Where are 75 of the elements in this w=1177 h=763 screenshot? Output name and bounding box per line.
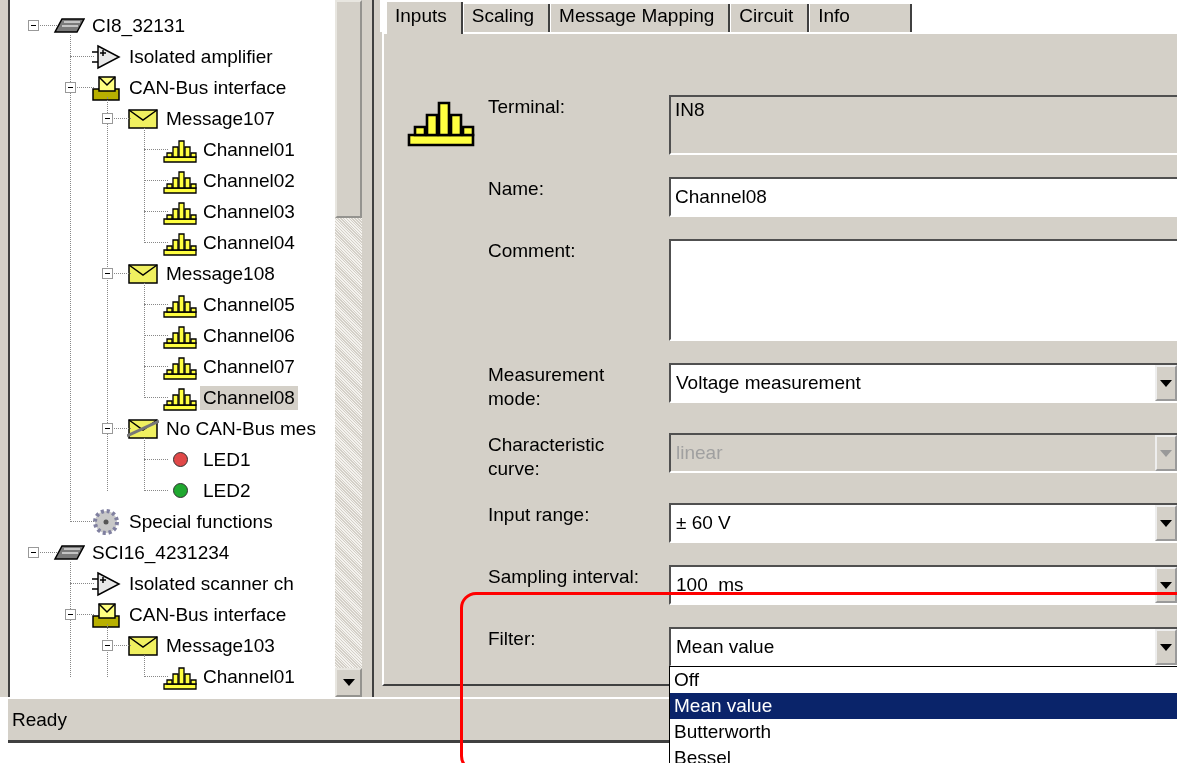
tree-item[interactable]: Message108 — [163, 261, 278, 286]
expand-toggle[interactable] — [27, 20, 39, 31]
expand-toggle[interactable] — [101, 268, 113, 279]
caret-icon — [1160, 519, 1172, 527]
envelope-icon — [127, 262, 159, 285]
dropdown-option[interactable]: Mean value — [670, 693, 1177, 719]
tree-item[interactable]: Channel02 — [200, 168, 298, 193]
tree-item[interactable]: Channel03 — [200, 199, 298, 224]
field-label: Input range: — [488, 503, 591, 527]
tree-item[interactable]: Channel04 — [200, 230, 298, 255]
field-label: Characteristic curve: — [488, 433, 606, 481]
tree-item[interactable]: SCI16_4231234 — [89, 540, 233, 565]
expand-toggle[interactable] — [101, 423, 113, 434]
scroll-down-button[interactable] — [335, 668, 362, 697]
tree-item[interactable]: CAN-Bus interface — [126, 602, 290, 627]
scroll-thumb[interactable] — [335, 0, 362, 218]
tree-item[interactable]: Channel07 — [200, 354, 298, 379]
dropdown-field[interactable]: Voltage measurement — [669, 363, 1177, 403]
tree-item[interactable]: Isolated amplifier — [126, 44, 276, 69]
tree-item[interactable]: LED2 — [200, 478, 254, 503]
dropdown-field[interactable]: 100 ms — [669, 565, 1177, 605]
module-icon — [53, 16, 85, 35]
amplifier-icon — [91, 43, 121, 70]
envelope-icon — [127, 634, 159, 657]
field-label: Measurement mode: — [488, 363, 606, 411]
tree-item[interactable]: Message103 — [163, 633, 278, 658]
inbox-icon — [91, 74, 121, 101]
tree-item[interactable]: Isolated scanner ch — [126, 571, 297, 596]
tree-item[interactable]: Channel08 — [200, 385, 298, 410]
tree-item[interactable]: CAN-Bus interface — [126, 75, 290, 100]
tree-item[interactable]: CI8_32131 — [89, 13, 188, 38]
caret-icon — [1160, 643, 1172, 651]
dropdown-button[interactable] — [1155, 365, 1177, 401]
expand-toggle[interactable] — [101, 640, 113, 651]
tab[interactable]: Scaling — [462, 4, 551, 32]
field-label: Name: — [488, 177, 545, 201]
dropdown-button[interactable] — [1155, 567, 1177, 603]
expand-toggle[interactable] — [101, 113, 113, 124]
dropdown-button[interactable] — [1155, 505, 1177, 541]
tree-item[interactable]: Special functions — [126, 509, 276, 534]
tree-item[interactable]: LED1 — [200, 447, 254, 472]
comment-field[interactable] — [669, 239, 1177, 341]
expand-toggle[interactable] — [64, 609, 76, 620]
status-text: Ready — [12, 708, 67, 731]
input-field[interactable]: Channel08 — [669, 177, 1177, 217]
dropdown-button[interactable] — [1155, 629, 1177, 665]
field-label: Sampling interval: — [488, 565, 641, 589]
module-icon — [53, 543, 85, 562]
tab[interactable]: Message Mapping — [550, 4, 731, 32]
inbox-icon — [91, 601, 121, 628]
envelope-icon — [127, 107, 159, 130]
caret-icon — [1160, 449, 1172, 457]
tree-item[interactable]: Message107 — [163, 106, 278, 131]
field-label: Terminal: — [488, 95, 567, 119]
gear-icon — [92, 507, 120, 536]
tree-item[interactable]: Channel06 — [200, 323, 298, 348]
crossed-envelope-icon — [127, 417, 159, 440]
caret-icon — [1160, 581, 1172, 589]
expand-toggle[interactable] — [64, 82, 76, 93]
tab[interactable]: Inputs — [386, 2, 463, 34]
tab[interactable]: Info — [809, 4, 912, 32]
tree-item[interactable]: Channel01 — [200, 664, 298, 689]
amplifier-icon — [91, 570, 121, 597]
field-label: Comment: — [488, 239, 577, 263]
expand-toggle[interactable] — [27, 547, 39, 558]
caret-icon — [342, 679, 355, 686]
scrollbar[interactable] — [335, 0, 362, 697]
tab[interactable]: Circuit — [730, 4, 810, 32]
tree-item[interactable]: Channel01 — [200, 137, 298, 162]
tree-item[interactable]: Channel05 — [200, 292, 298, 317]
tree-item[interactable]: No CAN-Bus mes — [163, 416, 319, 441]
dropdown-field[interactable]: ± 60 V — [669, 503, 1177, 543]
terminal-field: IN8 — [669, 95, 1177, 155]
caret-icon — [1160, 379, 1172, 387]
field-label: Filter: — [488, 627, 537, 651]
